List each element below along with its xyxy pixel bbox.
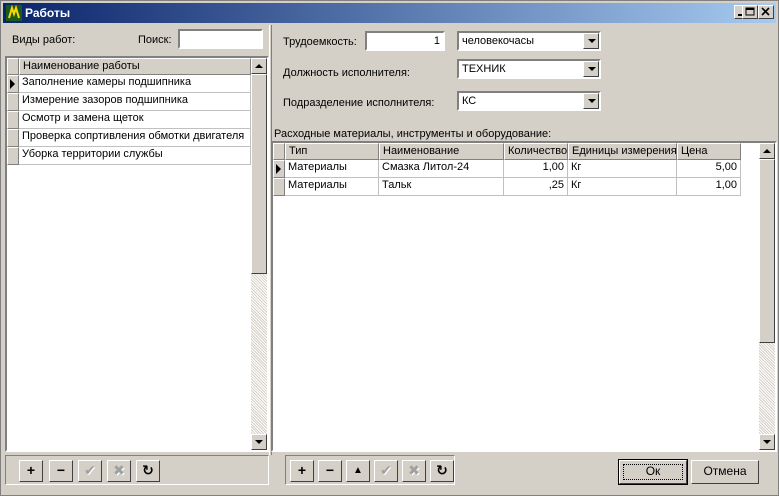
scroll-thumb[interactable] — [759, 159, 775, 343]
grid-header-col-price[interactable]: Цена — [677, 143, 741, 160]
material-cell-type[interactable]: Материалы — [285, 178, 379, 196]
row-indicator[interactable] — [273, 160, 285, 178]
move-up-button[interactable]: ▲ — [346, 460, 370, 482]
grid-header-col-quantity[interactable]: Количество — [504, 143, 568, 160]
delete-button[interactable]: − — [49, 460, 73, 482]
labor-unit-value: человекочасы — [462, 35, 535, 47]
work-type-row[interactable]: Измерение зазоров подшипника — [19, 93, 251, 111]
row-indicator[interactable] — [7, 111, 19, 129]
plus-icon: + — [26, 462, 36, 478]
labor-label: Трудоемкость: — [283, 36, 357, 48]
work-types-grid: Наименование работы Заполнение камеры по… — [5, 56, 269, 452]
material-cell-quantity[interactable]: 1,00 — [504, 160, 568, 178]
ok-button[interactable]: Ок — [618, 459, 688, 485]
scroll-down-button[interactable] — [759, 434, 775, 450]
grid-header-col-unit[interactable]: Единицы измерения — [568, 143, 677, 160]
scroll-down-button[interactable] — [251, 434, 267, 450]
row-indicator[interactable] — [7, 129, 19, 147]
x-icon: ✖ — [408, 462, 420, 478]
x-icon: ✖ — [113, 462, 125, 478]
focus-rect — [623, 464, 683, 480]
maximize-icon — [745, 7, 755, 16]
grid-header-col-type[interactable]: Тип — [285, 143, 379, 160]
material-cell-type[interactable]: Материалы — [285, 160, 379, 178]
scroll-thumb[interactable] — [251, 74, 267, 274]
minus-icon: − — [325, 462, 335, 478]
grid-header-work-name[interactable]: Наименование работы — [19, 58, 251, 75]
refresh-icon: ↻ — [142, 462, 154, 478]
app-icon — [6, 5, 22, 21]
materials-label: Расходные материалы, инструменты и обору… — [274, 128, 552, 140]
labor-unit-select[interactable]: человекочасы — [457, 31, 601, 51]
search-input[interactable] — [178, 29, 263, 49]
work-type-row[interactable]: Уборка территории службы — [19, 147, 251, 165]
minus-icon: − — [56, 462, 66, 478]
left-navigator: + − ✔ ✖ ↻ — [5, 455, 269, 485]
check-icon: ✔ — [380, 462, 392, 478]
close-button[interactable] — [758, 5, 774, 19]
delete-material-button[interactable]: − — [318, 460, 342, 482]
search-label: Поиск: — [138, 34, 172, 46]
add-button[interactable]: + — [19, 460, 43, 482]
scroll-up-button[interactable] — [759, 143, 775, 159]
plus-icon: + — [297, 462, 307, 478]
refresh-icon: ↻ — [436, 462, 448, 478]
material-cell-price[interactable]: 5,00 — [677, 160, 741, 178]
title-bar[interactable]: Работы — [3, 3, 776, 23]
material-cell-name[interactable]: Смазка Литол-24 — [379, 160, 504, 178]
position-value: ТЕХНИК — [462, 63, 506, 75]
cancel-edit-button[interactable]: ✖ — [107, 460, 131, 482]
window-title: Работы — [25, 6, 71, 20]
position-label: Должность исполнителя: — [283, 67, 410, 79]
row-indicator[interactable] — [7, 75, 19, 93]
cancel-label: Отмена — [703, 464, 747, 478]
add-material-button[interactable]: + — [290, 460, 314, 482]
refresh-materials-button[interactable]: ↻ — [430, 460, 454, 482]
division-value: КС — [462, 95, 477, 107]
refresh-button[interactable]: ↻ — [136, 460, 160, 482]
row-indicator[interactable] — [273, 178, 285, 196]
work-types-label: Виды работ: — [12, 34, 76, 46]
position-select[interactable]: ТЕХНИК — [457, 59, 601, 79]
check-icon: ✔ — [84, 462, 96, 478]
row-indicator[interactable] — [7, 147, 19, 165]
row-indicator[interactable] — [7, 93, 19, 111]
material-cell-price[interactable]: 1,00 — [677, 178, 741, 196]
work-type-row[interactable]: Проверка сопртивления обмотки двигателя — [19, 129, 251, 147]
grid-header-indicator — [7, 58, 19, 75]
chevron-down-icon[interactable] — [583, 61, 599, 77]
grid-header-col-name[interactable]: Наименование — [379, 143, 504, 160]
material-cell-name[interactable]: Тальк — [379, 178, 504, 196]
materials-grid: Тип Наименование Количество Единицы измерен… — [271, 141, 777, 452]
material-cell-unit[interactable]: Кг — [568, 178, 677, 196]
arrow-up-icon: ▲ — [353, 465, 363, 476]
post-button[interactable]: ✔ — [78, 460, 102, 482]
close-icon — [761, 7, 770, 16]
materials-scrollbar[interactable] — [759, 143, 775, 450]
scroll-up-button[interactable] — [251, 58, 267, 74]
materials-navigator: + − ▲ ✔ ✖ ↻ — [285, 455, 455, 485]
maximize-button[interactable] — [742, 5, 758, 19]
work-type-row[interactable]: Осмотр и замена щеток — [19, 111, 251, 129]
material-cell-quantity[interactable]: ,25 — [504, 178, 568, 196]
works-window: Работы Виды работ: Поиск: Наименование р… — [0, 0, 779, 496]
cancel-material-edit-button[interactable]: ✖ — [402, 460, 426, 482]
work-type-row[interactable]: Заполнение камеры подшипника — [19, 75, 251, 93]
cancel-button[interactable]: Отмена — [691, 460, 759, 484]
division-select[interactable]: КС — [457, 91, 601, 111]
division-label: Подразделение исполнителя: — [283, 97, 435, 109]
post-material-button[interactable]: ✔ — [374, 460, 398, 482]
labor-input[interactable]: 1 — [365, 31, 445, 51]
grid-header-indicator — [273, 143, 285, 160]
work-types-scrollbar[interactable] — [251, 58, 267, 450]
chevron-down-icon[interactable] — [583, 33, 599, 49]
material-cell-unit[interactable]: Кг — [568, 160, 677, 178]
chevron-down-icon[interactable] — [583, 93, 599, 109]
